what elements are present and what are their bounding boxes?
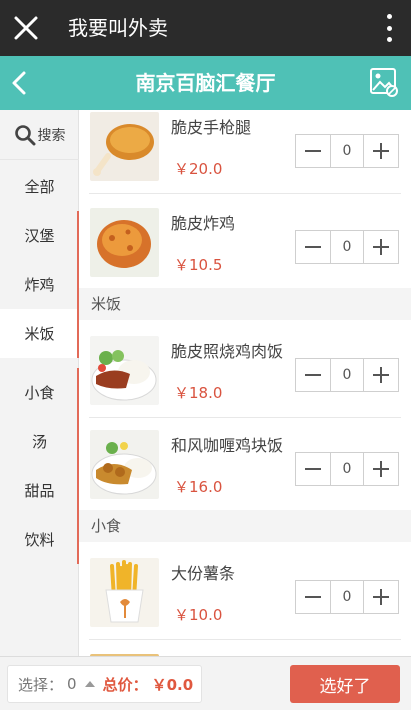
menu-item: 脆皮照烧鸡肉饭 ￥18.0 0: [79, 322, 411, 418]
category-burger[interactable]: 汉堡: [0, 211, 79, 260]
wechat-title: 我要叫外卖: [68, 16, 168, 40]
plus-icon: [373, 143, 389, 159]
plus-icon: [373, 589, 389, 605]
quantity-value[interactable]: 0: [330, 135, 364, 167]
minus-button[interactable]: [296, 453, 330, 485]
caret-up-icon: [84, 681, 95, 687]
item-name: 和风咖喱鸡块饭: [171, 436, 284, 455]
category-fried-chicken[interactable]: 炸鸡: [0, 260, 79, 309]
item-name: 大份薯条: [171, 564, 236, 583]
quantity-value[interactable]: 0: [330, 581, 364, 613]
plus-button[interactable]: [364, 581, 398, 613]
plus-button[interactable]: [364, 359, 398, 391]
quantity-stepper: 0: [295, 452, 399, 486]
item-price: ￥18.0: [174, 384, 223, 402]
category-soup[interactable]: 汤: [0, 417, 79, 466]
quantity-stepper: 0: [295, 580, 399, 614]
quantity-value[interactable]: 0: [330, 231, 364, 263]
minus-button[interactable]: [296, 359, 330, 391]
menu-list[interactable]: 脆皮手枪腿 ￥20.0 0 脆皮炸鸡 ￥10.5 0 米饭 脆皮照烧鸡肉饭 ￥1…: [79, 110, 411, 656]
minus-button[interactable]: [296, 581, 330, 613]
store-title: 南京百脑汇餐厅: [135, 71, 276, 95]
category-drinks[interactable]: 饮料: [0, 515, 79, 564]
item-name: 脆皮照烧鸡肉饭: [171, 342, 284, 361]
selected-count: 0: [67, 675, 77, 693]
quantity-value[interactable]: 0: [330, 359, 364, 391]
item-name: 脆皮手枪腿: [171, 118, 252, 137]
menu-item: 大份薯条 ￥10.0 0: [79, 544, 411, 640]
item-price: ￥20.0: [174, 160, 223, 178]
plus-icon: [373, 367, 389, 383]
item-price: ￥10.5: [174, 256, 223, 274]
category-snacks[interactable]: 小食: [0, 368, 79, 417]
minus-icon: [305, 374, 321, 376]
minus-button[interactable]: [296, 231, 330, 263]
total-label: 总价：: [102, 675, 148, 694]
menu-item: [79, 640, 411, 656]
quantity-stepper: 0: [295, 230, 399, 264]
plus-button[interactable]: [364, 231, 398, 263]
plus-icon: [373, 461, 389, 477]
fries-image: [90, 558, 159, 627]
search-icon: [14, 124, 35, 145]
drumstick-image: [90, 112, 159, 181]
selected-label: 选择：: [18, 675, 64, 694]
menu-item: 脆皮手枪腿 ￥20.0 0: [79, 110, 411, 194]
cart-bar: 选择： 0 总价： ￥0.0 选好了: [0, 656, 411, 710]
section-header-snacks: 小食: [79, 510, 411, 542]
plus-button[interactable]: [364, 453, 398, 485]
quantity-stepper: 0: [295, 134, 399, 168]
category-rice[interactable]: 米饭: [0, 309, 79, 358]
minus-icon: [305, 596, 321, 598]
item-name: 脆皮炸鸡: [171, 214, 236, 233]
cart-summary[interactable]: 选择： 0 总价： ￥0.0: [7, 665, 202, 703]
minus-icon: [305, 468, 321, 470]
total-value: ￥0.0: [151, 675, 194, 694]
category-label: 炸鸡: [24, 276, 55, 294]
item-price: ￥16.0: [174, 478, 223, 496]
search-label: 搜索: [37, 127, 66, 144]
close-icon[interactable]: [10, 12, 42, 44]
more-icon[interactable]: [385, 14, 393, 42]
item-price: ￥10.0: [174, 606, 223, 624]
minus-button[interactable]: [296, 135, 330, 167]
menu-item: 和风咖喱鸡块饭 ￥16.0 0: [79, 416, 411, 512]
plus-button[interactable]: [364, 135, 398, 167]
store-header: 南京百脑汇餐厅: [0, 56, 411, 110]
curry-rice-image: [90, 430, 159, 499]
category-label: 饮料: [24, 531, 55, 549]
image-icon[interactable]: [369, 66, 399, 98]
quantity-value[interactable]: 0: [330, 453, 364, 485]
menu-item: 脆皮炸鸡 ￥10.5 0: [79, 194, 411, 290]
fried-chicken-image: [90, 208, 159, 277]
wechat-title-bar: 我要叫外卖: [0, 0, 411, 56]
category-label: 小食: [24, 384, 55, 402]
category-label: 汉堡: [24, 227, 55, 245]
minus-icon: [305, 246, 321, 248]
category-sidebar: 搜索 全部 汉堡 炸鸡 米饭 小食 汤 甜品 饮料: [0, 110, 79, 656]
submit-button[interactable]: 选好了: [290, 665, 400, 703]
quantity-stepper: 0: [295, 358, 399, 392]
category-label: 汤: [31, 433, 47, 451]
category-dessert[interactable]: 甜品: [0, 466, 79, 515]
section-header-rice: 米饭: [79, 288, 411, 320]
category-label: 米饭: [24, 325, 55, 343]
category-all[interactable]: 全部: [0, 162, 79, 211]
category-label: 甜品: [24, 482, 55, 500]
search-button[interactable]: 搜索: [0, 110, 79, 160]
plus-icon: [373, 239, 389, 255]
category-label: 全部: [24, 178, 55, 196]
minus-icon: [305, 150, 321, 152]
teriyaki-rice-image: [90, 336, 159, 405]
